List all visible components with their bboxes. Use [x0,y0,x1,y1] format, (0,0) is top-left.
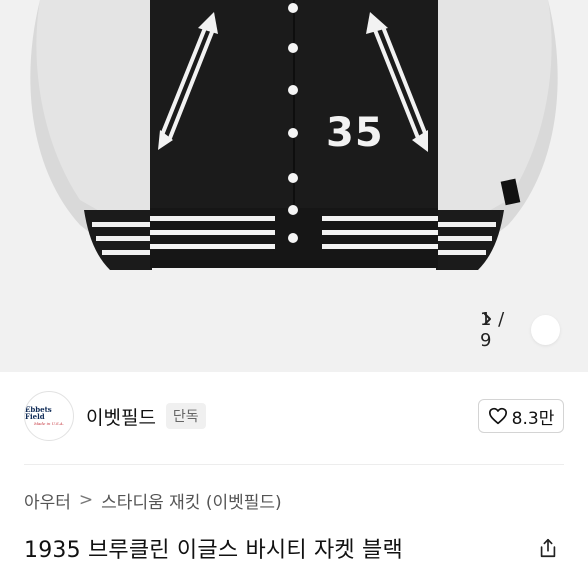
breadcrumb-category[interactable]: 아우터 [24,488,71,513]
seller-avatar[interactable]: Ebbets Field Made in U.S.A. [24,391,74,441]
seller-name[interactable]: 이벳필드 [86,403,156,430]
gallery-pager: 1 / 9 [480,309,560,351]
breadcrumb: 아우터 > 스타디움 재킷 (이벳필드) [24,487,282,513]
product-title-row: 1935 브루클린 이글스 바시티 자켓 블랙 [24,530,564,566]
seller-logo-subtext: Made in U.S.A. [33,421,65,426]
like-count: 8.3만 [511,408,555,429]
product-image-gallery[interactable]: 35 1 / 9 [0,0,588,372]
chevron-right-icon [484,313,491,325]
heart-outline-icon [488,407,507,425]
divider [24,464,564,465]
product-title: 1935 브루클린 이글스 바시티 자켓 블랙 [24,538,403,563]
like-button[interactable]: 8.3만 [478,399,564,433]
share-button[interactable] [532,532,564,564]
breadcrumb-subcategory[interactable]: 스타디움 재킷 (이벳필드) [101,488,281,513]
breadcrumb-separator: > [78,490,94,510]
seller-logo-text: Ebbets Field [25,405,52,421]
jersey-number: 35 [326,110,384,156]
share-icon [540,538,556,558]
seller-row: Ebbets Field Made in U.S.A. 이벳필드 단독 8.3만 [0,372,588,460]
gallery-next-button[interactable] [484,313,560,345]
exclusive-badge: 단독 [165,403,206,429]
